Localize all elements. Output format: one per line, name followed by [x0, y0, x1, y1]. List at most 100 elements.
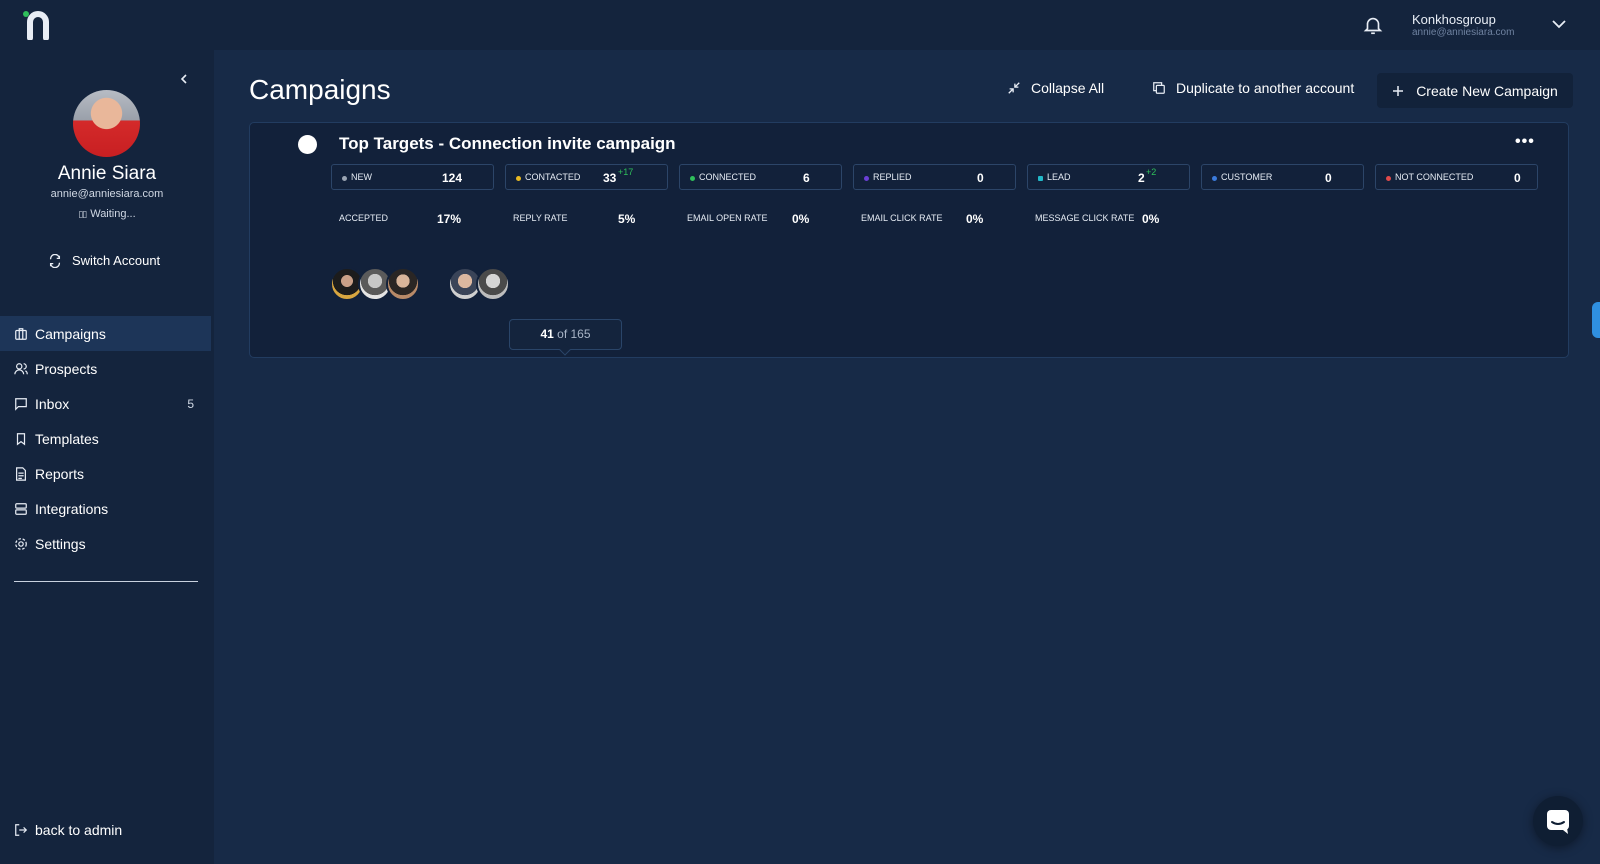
stat-lead[interactable]: LEAD 2 +2	[1027, 164, 1190, 190]
tooltip-arrow	[559, 344, 571, 356]
sidebar-item-label: Campaigns	[35, 325, 106, 342]
collapse-icon	[1008, 82, 1020, 94]
chat-launcher-button[interactable]	[1533, 796, 1583, 846]
back-to-admin-link[interactable]: back to admin	[14, 822, 122, 838]
stat-value: 6	[803, 171, 810, 185]
sidebar-item-integrations[interactable]: Integrations	[0, 491, 214, 526]
sidebar-item-campaigns[interactable]: Campaigns	[0, 316, 211, 351]
logout-icon	[15, 824, 28, 836]
campaign-title[interactable]: Top Targets - Connection invite campaign	[339, 134, 676, 154]
gear-icon	[15, 537, 27, 550]
campaigns-icon	[15, 327, 27, 340]
sidebar-item-reports[interactable]: Reports	[0, 456, 214, 491]
status-dot	[1386, 176, 1391, 181]
rate-label: MESSAGE CLICK RATE	[1035, 213, 1135, 223]
more-options-icon[interactable]: •••	[1515, 133, 1535, 151]
stat-value: 0	[1325, 171, 1332, 185]
stat-label: CUSTOMER	[1221, 172, 1273, 182]
create-campaign-button[interactable]: Create New Campaign	[1377, 73, 1573, 108]
rate-label: EMAIL OPEN RATE	[687, 213, 768, 223]
back-to-admin-label: back to admin	[35, 822, 123, 838]
chevron-left-icon[interactable]	[178, 72, 190, 86]
status-dot	[516, 176, 521, 181]
chevron-down-icon[interactable]	[1551, 18, 1567, 30]
pause-icon: ▯▯	[78, 209, 87, 219]
feedback-side-tab[interactable]	[1592, 302, 1600, 338]
chat-icon	[1547, 810, 1569, 834]
sidebar-item-label: Reports	[35, 465, 85, 482]
rate-label: EMAIL CLICK RATE	[861, 213, 943, 223]
sidebar-item-label: Settings	[35, 535, 86, 552]
collapse-all-button[interactable]: Collapse All	[1007, 80, 1104, 96]
stat-contacted[interactable]: CONTACTED 33 +17	[505, 164, 668, 190]
status-dot	[342, 176, 347, 181]
stat-label: NEW	[351, 172, 372, 182]
create-campaign-label: Create New Campaign	[1416, 82, 1558, 99]
rate-value: 17%	[437, 212, 462, 226]
stat-delta: +17	[618, 167, 634, 177]
progress-tooltip: 41 of 165	[509, 319, 622, 356]
stat-value: 2	[1138, 171, 1145, 185]
sidebar-item-label: Integrations	[35, 500, 109, 517]
campaign-status-toggle[interactable]	[298, 135, 317, 154]
rate-value: 5%	[618, 212, 636, 226]
stat-value: 0	[977, 171, 984, 185]
stat-new[interactable]: NEW 124	[331, 164, 494, 190]
stat-connected[interactable]: CONNECTED 6	[679, 164, 842, 190]
stat-delta: +2	[1146, 167, 1157, 177]
report-icon	[16, 466, 26, 481]
prospect-avatar[interactable]	[386, 267, 420, 301]
sidebar-item-prospects[interactable]: Prospects	[0, 351, 214, 386]
user-status: ▯▯ Waiting...	[0, 208, 214, 220]
sidebar-nav: Campaigns Prospects Inbox 5 Templates Re…	[0, 316, 214, 561]
prospects-icon	[14, 362, 28, 374]
status-dot	[1212, 176, 1217, 181]
user-status-text: Waiting...	[90, 208, 136, 220]
campaign-card[interactable]: Top Targets - Connection invite campaign…	[249, 122, 1569, 358]
inbox-icon	[15, 397, 27, 411]
sidebar-item-label: Inbox	[35, 395, 70, 412]
switch-account-label: Switch Account	[72, 253, 161, 268]
plus-icon	[1393, 85, 1404, 96]
duplicate-button[interactable]: Duplicate to another account	[1152, 80, 1354, 96]
account-name: Konkhosgroup	[1412, 12, 1496, 27]
rate-label: ACCEPTED	[339, 213, 389, 223]
status-dot	[864, 176, 869, 181]
stat-label: NOT CONNECTED	[1395, 172, 1474, 182]
page-title: Campaigns	[249, 74, 391, 105]
sidebar-item-label: Prospects	[35, 360, 98, 377]
sidebar-item-settings[interactable]: Settings	[0, 526, 214, 561]
stat-not-connected[interactable]: NOT CONNECTED 0	[1375, 164, 1538, 190]
account-email: annie@anniesiara.com	[1412, 27, 1515, 38]
rate-value: 0%	[1142, 212, 1160, 226]
sidebar-item-label: Templates	[35, 430, 99, 447]
rate-value: 0%	[966, 212, 984, 226]
swap-icon	[49, 253, 61, 268]
stat-label: CONNECTED	[699, 172, 757, 182]
top-bar: Konkhosgroup annie@anniesiara.com	[0, 0, 1600, 50]
inbox-count-badge: 5	[187, 396, 194, 411]
prospect-avatar[interactable]	[476, 267, 510, 301]
collapse-all-label: Collapse All	[1031, 80, 1105, 96]
stat-label: REPLIED	[873, 172, 912, 182]
sidebar-item-inbox[interactable]: Inbox 5	[0, 386, 214, 421]
app-logo[interactable]	[22, 10, 56, 40]
avatar	[73, 90, 140, 157]
integrations-icon	[15, 502, 27, 515]
copy-icon	[1153, 82, 1165, 94]
stat-replied[interactable]: REPLIED 0	[853, 164, 1016, 190]
user-name: Annie Siara	[57, 163, 157, 184]
bookmark-icon	[16, 432, 26, 445]
sidebar-divider	[14, 581, 198, 582]
account-switcher[interactable]: Konkhosgroup annie@anniesiara.com	[1412, 12, 1514, 39]
rate-label: REPLY RATE	[513, 213, 568, 223]
status-dot	[690, 176, 695, 181]
bell-icon[interactable]	[1362, 14, 1384, 36]
stat-customer[interactable]: CUSTOMER 0	[1201, 164, 1364, 190]
stat-value: 124	[442, 171, 463, 185]
sidebar-item-templates[interactable]: Templates	[0, 421, 214, 456]
status-dot	[1038, 176, 1043, 181]
switch-account-button[interactable]: Switch Account	[48, 253, 160, 268]
sidebar: Annie Siara annie@anniesiara.com ▯▯ Waiti…	[0, 50, 214, 864]
duplicate-label: Duplicate to another account	[1176, 80, 1355, 96]
